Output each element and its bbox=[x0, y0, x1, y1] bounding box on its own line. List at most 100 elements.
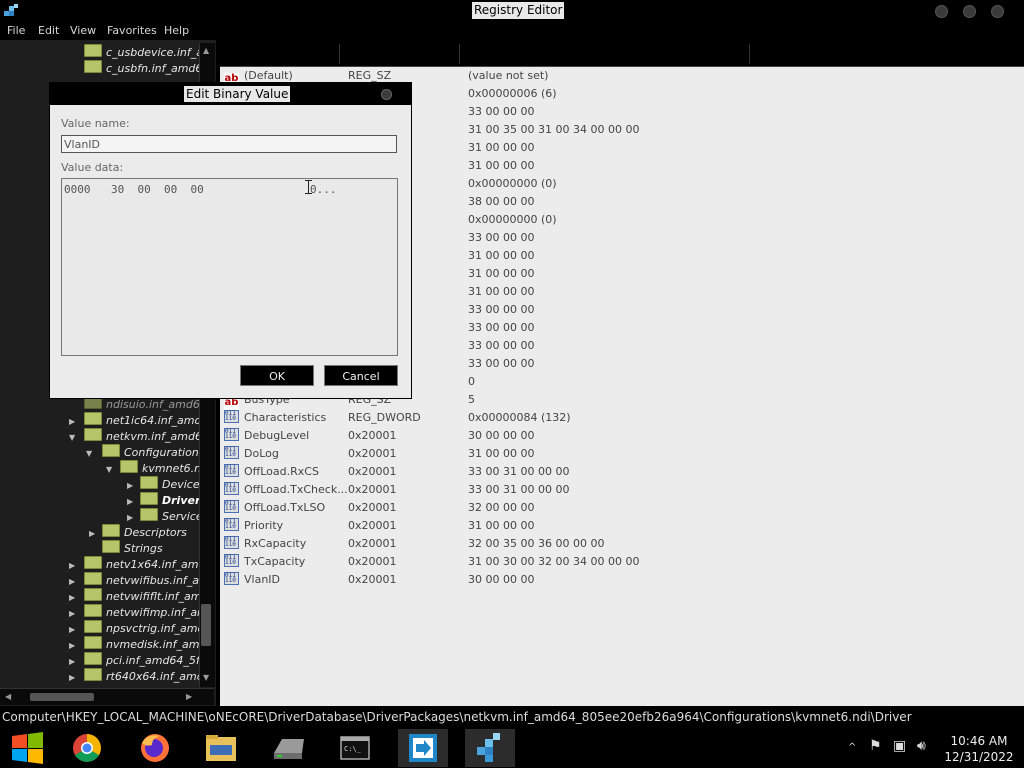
minimize-button[interactable] bbox=[935, 5, 948, 18]
column-separator[interactable] bbox=[459, 44, 460, 64]
cancel-button[interactable]: Cancel bbox=[324, 365, 398, 386]
collapse-arrow-icon[interactable]: ▼ bbox=[86, 449, 92, 458]
expand-arrow-icon[interactable]: ▶ bbox=[69, 641, 75, 650]
taskbar-firefox[interactable] bbox=[130, 729, 180, 767]
tree-node[interactable]: netv1x64.inf_amd6 bbox=[84, 556, 212, 572]
value-name: Priority bbox=[244, 519, 284, 532]
expand-arrow-icon[interactable]: ▶ bbox=[127, 481, 133, 490]
tree-node[interactable]: c_usbfn.inf_amd64_ bbox=[84, 60, 215, 76]
taskbar-registry-editor[interactable] bbox=[465, 729, 515, 767]
value-name-field[interactable]: VlanID bbox=[61, 135, 397, 153]
tree-horizontal-scrollbar[interactable]: ◀ ▶ bbox=[0, 688, 214, 705]
collapse-arrow-icon[interactable]: ▼ bbox=[69, 433, 75, 442]
taskbar-chrome[interactable] bbox=[62, 729, 112, 767]
value-row[interactable]: OffLoad.RxCS 0x20001 33 00 31 00 00 00 bbox=[224, 463, 569, 481]
tree-node[interactable]: pci.inf_amd64_5f74 bbox=[84, 652, 214, 668]
expand-arrow-icon[interactable]: ▶ bbox=[69, 561, 75, 570]
taskbar-command-prompt[interactable]: C:\_ bbox=[330, 729, 380, 767]
taskbar-remote-app[interactable] bbox=[398, 729, 448, 767]
expand-arrow-icon[interactable]: ▶ bbox=[69, 673, 75, 682]
value-row[interactable]: VlanID 0x20001 30 00 00 00 bbox=[224, 571, 534, 589]
tree-node[interactable]: netvwifibus.inf_am bbox=[84, 572, 210, 588]
scroll-left-icon[interactable]: ◀ bbox=[5, 692, 11, 701]
dialog-title-bar[interactable]: Edit Binary Value bbox=[50, 83, 411, 105]
tree-node-label: Service bbox=[162, 510, 203, 523]
scroll-down-icon[interactable]: ▼ bbox=[203, 673, 209, 682]
tree-node[interactable]: npsvctrig.inf_amd6 bbox=[84, 620, 211, 636]
ok-button[interactable]: OK bbox=[240, 365, 314, 386]
tree-node[interactable]: Service bbox=[140, 508, 203, 524]
value-type: 0x20001 bbox=[348, 429, 397, 442]
value-row[interactable]: OffLoad.TxCheck...0x20001 33 00 31 00 00 … bbox=[224, 481, 569, 499]
value-data-editor[interactable]: 0000 30 00 00 00 0... bbox=[61, 178, 398, 356]
value-data: 31 00 00 00 bbox=[468, 519, 535, 532]
column-separator[interactable] bbox=[749, 44, 750, 64]
text-cursor-icon bbox=[308, 181, 309, 193]
tree-node[interactable]: netvwififlt.inf_amd bbox=[84, 588, 208, 604]
taskbar-removable-drive[interactable] bbox=[263, 729, 313, 767]
maximize-button[interactable] bbox=[963, 5, 976, 18]
value-data: 0x00000000 (0) bbox=[468, 213, 557, 226]
menu-favorites[interactable]: Favorites bbox=[107, 24, 157, 37]
tree-node[interactable]: nvmedisk.inf_amd6 bbox=[84, 636, 213, 652]
tree-node[interactable]: Strings bbox=[102, 540, 163, 556]
tree-node-label: npsvctrig.inf_amd6 bbox=[106, 622, 212, 635]
tree-node[interactable]: net1ic64.inf_amd64 bbox=[84, 412, 215, 428]
value-row[interactable]: Characteristics REG_DWORD 0x00000084 (132) bbox=[224, 409, 571, 427]
taskbar-clock[interactable]: 10:46 AM 12/31/2022 bbox=[940, 733, 1018, 765]
expand-arrow-icon[interactable]: ▶ bbox=[127, 513, 133, 522]
binary-value-icon bbox=[224, 500, 239, 513]
value-row[interactable]: Priority 0x20001 31 00 00 00 bbox=[224, 517, 534, 535]
binary-value-icon bbox=[224, 572, 239, 585]
value-row[interactable]: DebugLevel 0x20001 30 00 00 00 bbox=[224, 427, 534, 445]
value-name: DoLog bbox=[244, 447, 279, 460]
tree-node[interactable]: rt640x64.inf_amd6 bbox=[84, 668, 211, 684]
remote-app-icon bbox=[409, 734, 437, 762]
collapse-arrow-icon[interactable]: ▼ bbox=[106, 465, 112, 474]
tree-node[interactable]: Configurations bbox=[102, 444, 205, 460]
tree-node-selected[interactable]: Driver bbox=[140, 492, 200, 508]
tree-node-label: Device bbox=[162, 478, 200, 491]
tree-node[interactable]: netvwifimp.inf_am bbox=[84, 604, 208, 620]
menu-help[interactable]: Help bbox=[164, 24, 189, 37]
scroll-up-icon[interactable]: ▲ bbox=[203, 46, 209, 55]
dialog-close-button[interactable] bbox=[381, 89, 392, 100]
tree-node-label: Driver bbox=[162, 494, 201, 507]
start-button[interactable] bbox=[2, 729, 52, 767]
expand-arrow-icon[interactable]: ▶ bbox=[69, 609, 75, 618]
values-column-header[interactable] bbox=[220, 42, 1024, 67]
expand-arrow-icon[interactable]: ▶ bbox=[127, 497, 133, 506]
menu-file[interactable]: File bbox=[7, 24, 25, 37]
expand-arrow-icon[interactable]: ▶ bbox=[69, 657, 75, 666]
value-row[interactable]: OffLoad.TxLSO 0x20001 32 00 00 00 bbox=[224, 499, 534, 517]
expand-arrow-icon[interactable]: ▶ bbox=[69, 577, 75, 586]
expand-arrow-icon[interactable]: ▶ bbox=[69, 593, 75, 602]
tree-node[interactable]: Descriptors bbox=[102, 524, 187, 540]
expand-arrow-icon[interactable]: ▶ bbox=[89, 529, 95, 538]
value-type: 0x20001 bbox=[348, 537, 397, 550]
action-center-flag-icon[interactable]: ⚑ bbox=[869, 738, 882, 754]
network-icon[interactable]: ▣ bbox=[893, 738, 906, 754]
tree-node[interactable]: Device bbox=[140, 476, 200, 492]
scroll-right-icon[interactable]: ▶ bbox=[186, 692, 192, 701]
expand-arrow-icon[interactable]: ▶ bbox=[69, 417, 75, 426]
menu-edit[interactable]: Edit bbox=[38, 24, 59, 37]
menu-view[interactable]: View bbox=[70, 24, 96, 37]
column-separator[interactable] bbox=[339, 44, 340, 64]
tree-node[interactable]: kvmnet6.nc bbox=[120, 460, 207, 476]
volume-icon[interactable]: 🔊︎ bbox=[917, 738, 926, 754]
tree-node[interactable]: netkvm.inf_amd64_ bbox=[84, 428, 214, 444]
tree-node[interactable]: c_usbdevice.inf_am bbox=[84, 44, 214, 60]
value-row[interactable]: DoLog 0x20001 31 00 00 00 bbox=[224, 445, 534, 463]
close-button[interactable] bbox=[991, 5, 1004, 18]
tree-scroll-thumb[interactable] bbox=[201, 604, 211, 646]
taskbar-file-explorer[interactable] bbox=[196, 729, 246, 767]
tree-hscroll-thumb[interactable] bbox=[30, 693, 94, 701]
show-hidden-icons-icon[interactable]: ^ bbox=[848, 742, 856, 753]
value-name: OffLoad.TxLSO bbox=[244, 501, 326, 514]
folder-icon bbox=[84, 556, 102, 569]
menu-bar: File Edit View Favorites Help bbox=[0, 22, 1024, 40]
value-row[interactable]: TxCapacity 0x20001 31 00 30 00 32 00 34 00… bbox=[224, 553, 639, 571]
expand-arrow-icon[interactable]: ▶ bbox=[69, 625, 75, 634]
value-row[interactable]: RxCapacity 0x20001 32 00 35 00 36 00 00 00 bbox=[224, 535, 604, 553]
